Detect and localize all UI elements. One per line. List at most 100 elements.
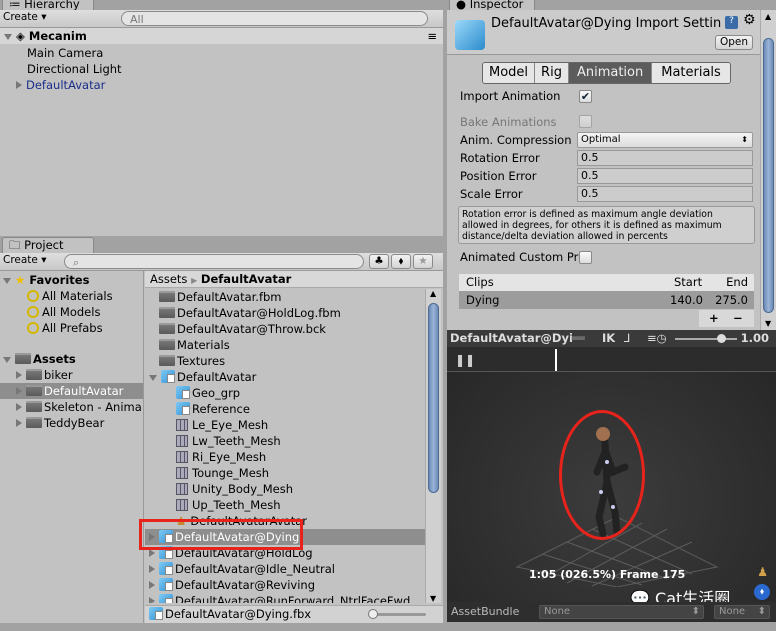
highlight-ellipse <box>559 410 645 540</box>
star-icon: ★ <box>15 273 26 287</box>
asset-folder[interactable]: biker <box>16 367 73 383</box>
file-item[interactable]: Lw_Teeth_Mesh <box>145 433 425 449</box>
favorites-header[interactable]: ★ Favorites <box>3 272 89 288</box>
slider-handle[interactable] <box>368 609 378 619</box>
tab-rig[interactable]: Rig <box>535 63 569 83</box>
file-item[interactable]: Tounge_Mesh <box>145 465 425 481</box>
clips-header-name: Clips <box>466 275 494 289</box>
file-item[interactable]: DefaultAvatar@HoldLog.fbm <box>145 305 425 321</box>
preview-status: 1:05 (026.5%) Frame 175 <box>529 568 686 581</box>
breadcrumb-item[interactable]: DefaultAvatar <box>201 272 291 286</box>
add-clip-button[interactable]: + <box>709 310 719 327</box>
anim-compression-select[interactable]: Optimal ⬍ <box>577 132 753 148</box>
playhead[interactable] <box>555 349 557 371</box>
file-item[interactable]: Geo_grp <box>145 385 425 401</box>
remove-clip-button[interactable]: − <box>733 310 743 327</box>
assets-header[interactable]: Assets <box>3 351 76 367</box>
collapse-icon[interactable] <box>149 374 157 381</box>
asset-folder-selected[interactable]: DefaultAvatar <box>0 383 143 399</box>
search-input[interactable]: All <box>121 11 428 26</box>
file-item[interactable]: DefaultAvatar@Reviving <box>145 577 425 593</box>
expand-icon[interactable] <box>149 581 155 589</box>
ik-toggle[interactable]: IK <box>602 330 615 347</box>
scroll-down-icon[interactable]: ▼ <box>430 594 436 603</box>
help-icon[interactable]: ? <box>725 16 738 29</box>
search-input[interactable]: ⌕ <box>64 254 364 269</box>
project-tab[interactable]: 🗀 Project <box>2 237 94 253</box>
inspector-tab[interactable]: ● Inspector <box>449 0 535 11</box>
clip-row[interactable]: Dying 140.0 275.0 <box>459 291 754 309</box>
inspector-scrollbar[interactable]: ▲ ▼ <box>760 10 776 330</box>
assetbundle-label: AssetBundle <box>451 605 520 618</box>
preview-viewport[interactable]: ❚❚ 1:05 (026.5%) Frame 175 ♟ 💬 Cat生活圈 ⬧ <box>447 347 776 602</box>
drag-handle-icon[interactable]: ══ <box>571 330 585 347</box>
scale-error-input[interactable]: 0.5 <box>577 186 753 202</box>
asset-folder[interactable]: TeddyBear <box>16 415 104 431</box>
label: All Materials <box>42 289 113 303</box>
speed-slider[interactable] <box>675 334 737 343</box>
breadcrumb-item[interactable]: Assets <box>150 272 187 286</box>
scene-header[interactable]: ◈ Mecanim ≡ <box>0 28 443 44</box>
tab-materials[interactable]: Materials <box>652 63 730 83</box>
pivot-icon[interactable]: ⅃ <box>624 330 630 347</box>
hierarchy-tab[interactable]: ≔ Hierarchy <box>2 0 94 11</box>
expand-icon[interactable] <box>149 549 155 557</box>
favorite-button[interactable]: ★ <box>413 254 433 269</box>
import-animation-checkbox[interactable]: ✔ <box>579 90 592 103</box>
animation-settings: Import Animation ✔ Bake Animations Anim.… <box>445 88 760 328</box>
file-item[interactable]: Reference <box>145 401 425 417</box>
preview-toolbar: DefaultAvatar@Dyi ══ IK ⅃ ≡◷ 1.00 <box>447 330 776 347</box>
bake-animations-checkbox[interactable] <box>579 115 592 128</box>
file-item[interactable]: Ri_Eye_Mesh <box>145 449 425 465</box>
scroll-up-icon[interactable]: ▲ <box>430 289 436 298</box>
favorite-item[interactable]: All Materials <box>27 288 113 304</box>
tab-model[interactable]: Model <box>483 63 536 83</box>
icon-size-slider[interactable] <box>368 609 426 619</box>
expand-icon[interactable] <box>149 597 155 603</box>
scrollbar-thumb[interactable] <box>428 303 439 493</box>
position-error-input[interactable]: 0.5 <box>577 168 753 184</box>
gear-icon[interactable]: ⚙ <box>743 12 756 28</box>
tab-animation[interactable]: Animation <box>568 63 653 83</box>
hierarchy-item[interactable]: Directional Light <box>27 61 122 77</box>
rotation-error-input[interactable]: 0.5 <box>577 150 753 166</box>
slider-handle[interactable] <box>716 334 726 343</box>
filter-type-button[interactable]: ♣ <box>369 254 389 269</box>
label-icon[interactable]: ⬧ <box>754 584 770 600</box>
file-item[interactable]: Le_Eye_Mesh <box>145 417 425 433</box>
label: DefaultAvatar <box>44 384 124 398</box>
favorite-item[interactable]: All Models <box>27 304 100 320</box>
expand-icon <box>16 419 22 427</box>
favorite-item[interactable]: All Prefabs <box>27 320 103 336</box>
avatar-icon[interactable]: ♟ <box>757 565 768 579</box>
animated-custom-properties-checkbox[interactable] <box>579 251 592 264</box>
file-item[interactable]: DefaultAvatar <box>145 369 425 385</box>
timeline[interactable]: ❚❚ <box>447 347 776 372</box>
hierarchy-item[interactable]: Main Camera <box>27 45 103 61</box>
open-button[interactable]: Open <box>715 35 753 50</box>
menu-icon[interactable]: ≡ <box>427 28 437 44</box>
clips-header-start: Start <box>674 275 703 289</box>
hierarchy-item[interactable]: DefaultAvatar <box>16 77 105 93</box>
file-item[interactable]: DefaultAvatar@RunForward_NtrlFaceFwd <box>145 593 425 603</box>
file-item[interactable]: Materials <box>145 337 425 353</box>
pause-button[interactable]: ❚❚ <box>455 353 475 367</box>
file-item[interactable]: Textures <box>145 353 425 369</box>
scrollbar-thumb[interactable] <box>763 38 774 313</box>
assetbundle-variant-select[interactable]: None ⬍ <box>714 605 770 619</box>
file-item[interactable]: DefaultAvatar.fbm <box>145 289 425 305</box>
create-button[interactable]: Create ▾ <box>3 254 51 269</box>
file-item[interactable]: DefaultAvatar@Idle_Neutral <box>145 561 425 577</box>
expand-icon[interactable] <box>149 565 155 573</box>
file-list-scrollbar[interactable]: ▲ ▼ <box>425 289 441 603</box>
scroll-up-icon[interactable]: ▲ <box>765 12 771 21</box>
create-button[interactable]: Create ▾ <box>3 11 51 26</box>
file-item[interactable]: DefaultAvatar@Throw.bck <box>145 321 425 337</box>
assetbundle-name-select[interactable]: None ⬍ <box>539 605 704 619</box>
speed-icon[interactable]: ≡◷ <box>647 330 667 347</box>
scroll-down-icon[interactable]: ▼ <box>765 319 771 328</box>
filter-label-button[interactable]: ⬧ <box>391 254 411 269</box>
file-item[interactable]: Up_Teeth_Mesh <box>145 497 425 513</box>
file-item[interactable]: Unity_Body_Mesh <box>145 481 425 497</box>
asset-folder[interactable]: Skeleton - Anima <box>16 399 142 415</box>
